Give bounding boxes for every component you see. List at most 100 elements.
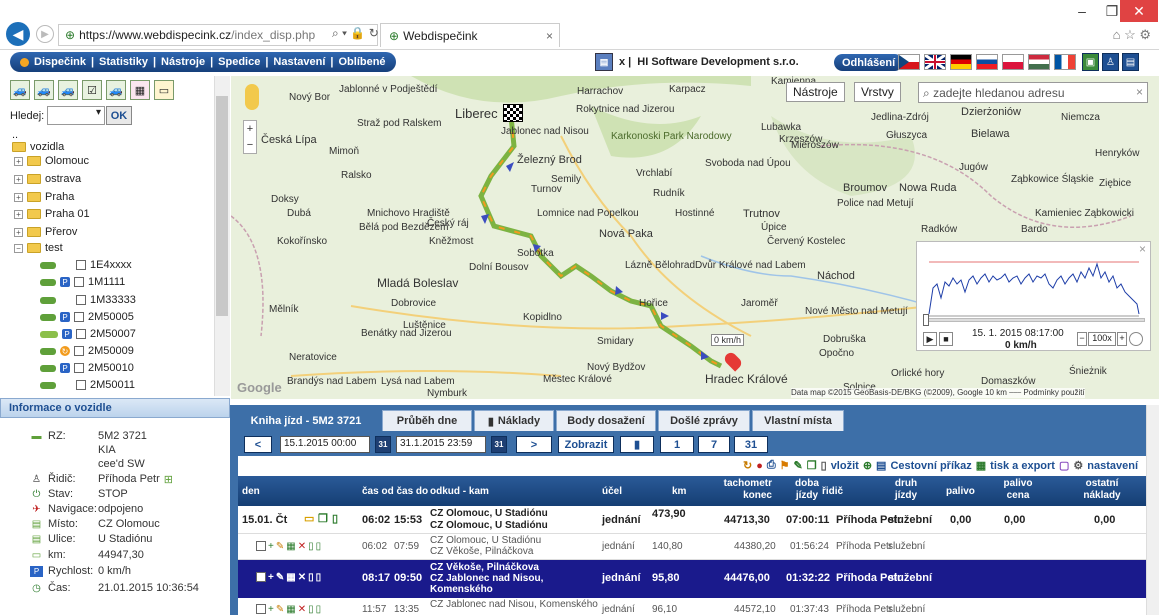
flag-icon[interactable]: ⚑ <box>780 459 790 472</box>
row-actions[interactable]: + ✎ ▦ ✕ ▯ ▯ <box>256 541 321 552</box>
close-window-button[interactable]: ✕ <box>1120 0 1158 22</box>
window-button-icon[interactable]: ▣ <box>1082 53 1099 71</box>
tree-vehicle[interactable]: P 2M50010 <box>40 362 134 374</box>
tree-root[interactable]: vozidla <box>12 141 64 153</box>
tree-vehicle[interactable]: 1M33333 <box>40 294 136 306</box>
tree-scrollbar-thumb[interactable] <box>216 96 228 316</box>
table-row[interactable]: + ✎ ▦ ✕ ▯ ▯ 06:02 07:59 CZ Olomouc, U Stadión… <box>238 534 1146 560</box>
table-row[interactable]: + ✎ ▦ ✕ ▯ ▯ 11:57 13:35 CZ Jablonec nad Nisou… <box>238 598 1146 616</box>
print-export-button[interactable]: tisk a export <box>990 460 1055 472</box>
settings-icon[interactable]: ⚙ <box>1073 459 1083 472</box>
show-button[interactable]: Zobrazit <box>558 436 614 453</box>
col-duration[interactable]: doba jízdy <box>792 478 822 502</box>
tab-received-messages[interactable]: Došlé zprávy <box>658 410 750 431</box>
menu-item-dispecink[interactable]: Dispečink <box>34 56 86 68</box>
col-purpose[interactable]: účel <box>602 486 622 497</box>
tab-day-progress[interactable]: Průběh dne <box>382 410 472 431</box>
tree-folder-prerov[interactable]: + Přerov <box>14 226 77 238</box>
user-button-icon[interactable]: ♙ <box>1102 53 1119 71</box>
clear-search-icon[interactable]: × <box>1136 85 1143 99</box>
ok-button[interactable]: OK <box>106 106 132 125</box>
play-icon[interactable]: ▶ <box>923 332 937 346</box>
col-day[interactable]: den <box>242 486 260 497</box>
travel-order-button[interactable]: Cestovní příkaz <box>890 460 971 472</box>
add-icon[interactable]: ⊕ <box>863 459 872 472</box>
folder-open-icon[interactable]: ▭ <box>304 512 314 525</box>
tree-up[interactable]: .. <box>12 129 18 141</box>
timeline-slider[interactable] <box>923 318 1145 322</box>
col-time[interactable]: čas od čas do <box>362 486 428 497</box>
col-driver[interactable]: řidič <box>822 486 843 497</box>
car-edit-icon[interactable]: 🚙 <box>58 80 78 100</box>
back-button[interactable]: ◀ <box>6 22 30 46</box>
zoom-level[interactable]: 100x <box>1088 332 1116 346</box>
stop-icon[interactable]: ■ <box>939 332 953 346</box>
copy-icon[interactable]: ❐ <box>318 512 328 525</box>
menu-item-statistiky[interactable]: Statistiky <box>99 56 148 68</box>
timeline-slider-thumb[interactable] <box>923 314 929 326</box>
prev-button[interactable]: < <box>244 436 272 453</box>
tree-vehicle[interactable]: P 1M1111 <box>40 276 125 288</box>
address-bar-controls[interactable]: ⌕ ▾ 🔒 ↻ <box>332 26 379 41</box>
calendar-from-icon[interactable]: 31 <box>375 436 391 453</box>
vehicle-checkbox[interactable] <box>76 329 86 339</box>
record-icon[interactable]: ● <box>756 460 763 472</box>
layers-icon[interactable]: ▦ <box>130 80 150 100</box>
expand-icon[interactable]: + <box>14 227 23 237</box>
menu-item-spedice[interactable]: Spedice <box>218 56 260 68</box>
table-row-selected[interactable]: + ✎ ▦ ✕ ▯ ▯ 08:17 09:50 CZ Věkoše, Pilnáčkova… <box>238 560 1146 598</box>
browser-toolbar-icons[interactable]: ⌂ ☆ ⚙ <box>1113 27 1151 43</box>
address-bar[interactable]: ⊕ https://www.webdispecink.cz/index_disp… <box>58 24 378 46</box>
expand-icon[interactable]: + <box>14 174 23 184</box>
car-group-icon[interactable]: 🚙 <box>34 80 54 100</box>
table-row[interactable]: 15.01. Čt ▭ ❐ ▯ 06:02 15:53 CZ Olomouc, … <box>238 506 1146 534</box>
reset-icon[interactable] <box>1129 332 1143 346</box>
checkbox-icon[interactable]: ☑ <box>82 80 102 100</box>
vehicle-checkbox[interactable] <box>76 260 86 270</box>
expand-icon[interactable]: + <box>14 156 23 166</box>
zoom-in-button[interactable]: + <box>1117 332 1127 346</box>
col-trip-type[interactable]: druh jízdy <box>890 478 922 502</box>
map-search-input[interactable]: ⌕ zadejte hledanou adresu × <box>918 82 1148 103</box>
tab-costs[interactable]: ▮ Náklady <box>474 410 554 431</box>
car-refresh-icon[interactable]: 🚙 <box>106 80 126 100</box>
tab-logbook[interactable]: Kniha jízd - 5M2 3721 <box>232 410 380 431</box>
expand-icon[interactable]: + <box>14 209 23 219</box>
tree-folder-praha[interactable]: + Praha <box>14 191 74 203</box>
export-icon[interactable]: ▦ <box>976 459 986 472</box>
col-fuel-price[interactable]: palivo cena <box>1000 478 1036 502</box>
tree-vehicle[interactable]: 2M50011 <box>40 379 135 391</box>
lock-icon[interactable]: ▮ <box>620 436 654 453</box>
menu-item-oblibene[interactable]: Oblíbené <box>338 56 385 68</box>
tree-vehicle[interactable]: ↻ 2M50009 <box>40 345 134 357</box>
document-icon[interactable]: ▯ <box>821 459 827 472</box>
collapse-icon[interactable]: − <box>14 243 23 253</box>
search-select[interactable]: ▾ <box>47 106 105 125</box>
flag-hu-icon[interactable] <box>1028 54 1050 70</box>
col-fuel[interactable]: palivo <box>946 486 975 497</box>
row-actions[interactable]: + ✎ ▦ ✕ ▯ ▯ <box>256 604 321 615</box>
tree-folder-ostrava[interactable]: + ostrava <box>14 173 81 185</box>
row-actions[interactable]: + ✎ ▦ ✕ ▯ ▯ <box>256 572 321 583</box>
browser-tab[interactable]: ⊕ Webdispečink × <box>380 23 560 47</box>
logbook-scrollbar[interactable] <box>1146 405 1159 615</box>
tab-reach-points[interactable]: Body dosažení <box>556 410 656 431</box>
forward-button[interactable]: ▶ <box>36 25 54 43</box>
calendar-to-icon[interactable]: 31 <box>491 436 507 453</box>
next-button[interactable]: > <box>516 436 552 453</box>
window-icon[interactable]: ▢ <box>1059 459 1069 472</box>
menu-item-nastaveni[interactable]: Nastavení <box>273 56 325 68</box>
tree-vehicle[interactable]: P 2M50007 <box>40 328 136 340</box>
save-button-icon[interactable]: ▤ <box>1122 53 1139 71</box>
col-km[interactable]: km <box>672 486 686 497</box>
menu-item-nastroje[interactable]: Nástroje <box>161 56 205 68</box>
flag-uk-icon[interactable] <box>924 53 946 71</box>
expand-icon[interactable]: + <box>14 192 23 202</box>
tree-folder-praha-01[interactable]: + Praha 01 <box>14 208 90 220</box>
copy-icon[interactable]: ❐ <box>807 459 817 472</box>
flag-fr-icon[interactable] <box>1054 54 1076 70</box>
logout-button[interactable]: Odhlášení <box>834 54 904 71</box>
tree-vehicle[interactable]: 1E4xxxx <box>40 259 132 271</box>
tree-folder-olomouc[interactable]: + Olomouc <box>14 155 89 167</box>
map-view[interactable]: + − 0 km/h Liberec Jablonec nad Nisou Har… <box>231 76 1159 399</box>
